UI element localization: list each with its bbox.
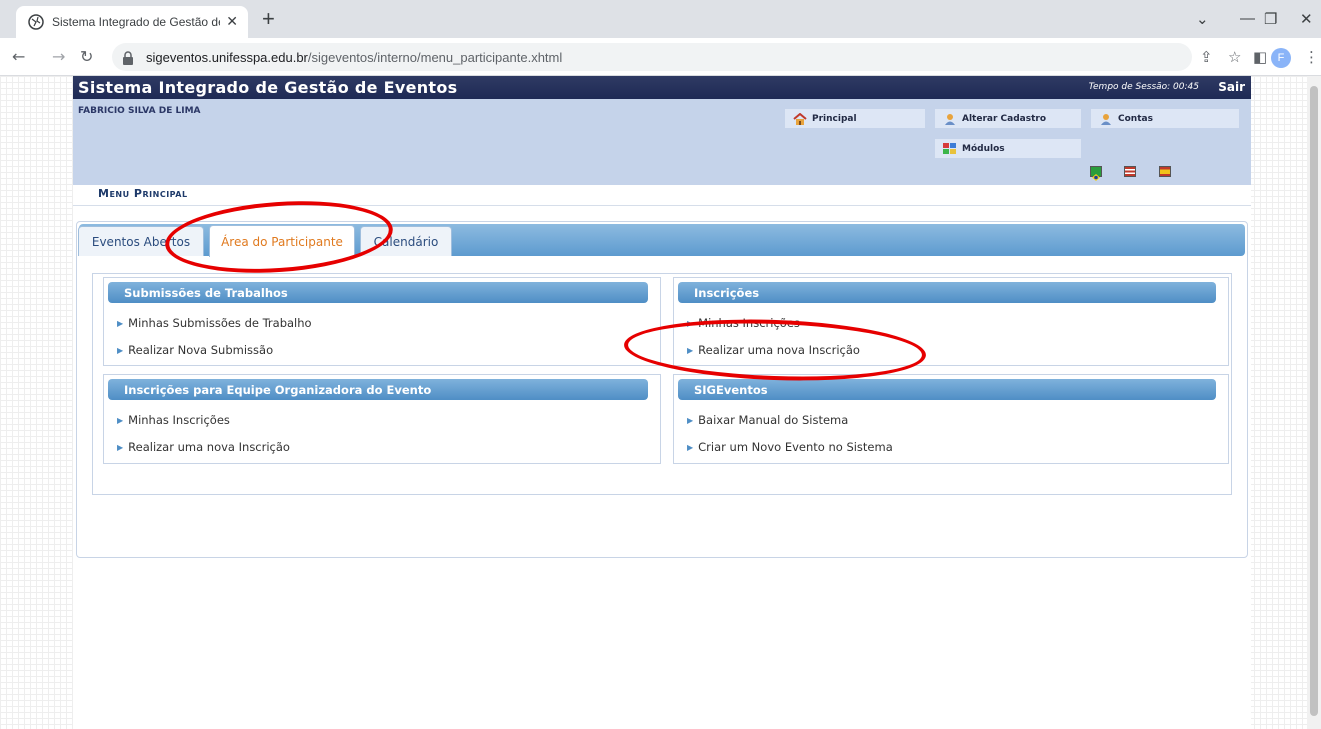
- browser-tab[interactable]: Sistema Integrado de Gestão de E ✕: [16, 6, 248, 38]
- sig-container: Sistema Integrado de Gestão de Eventos T…: [73, 76, 1251, 729]
- principal-button[interactable]: Principal: [785, 109, 925, 128]
- flag-brazil-icon[interactable]: [1090, 166, 1102, 181]
- address-bar: ← → ↻ sigeventos.unifesspa.edu.br/sigeve…: [0, 38, 1321, 76]
- session-timer: Tempo de Sessão: 00:45: [1088, 82, 1199, 92]
- arrow-right-icon: ▶: [687, 442, 694, 452]
- browser-tab-title: Sistema Integrado de Gestão de E: [52, 15, 220, 29]
- reload-icon[interactable]: ↻: [80, 48, 93, 66]
- share-icon[interactable]: ⇪: [1200, 49, 1213, 65]
- url-input[interactable]: sigeventos.unifesspa.edu.br/sigeventos/i…: [112, 43, 1192, 71]
- panel-title: Submissões de Trabalhos: [108, 282, 648, 303]
- scrollbar-thumb[interactable]: [1310, 86, 1318, 716]
- page-scrollbar[interactable]: [1307, 76, 1321, 729]
- user-icon: [1099, 113, 1113, 125]
- arrow-right-icon: ▶: [117, 442, 124, 452]
- alterar-cadastro-button[interactable]: Alterar Cadastro: [935, 109, 1081, 128]
- link-minhas-submissoes[interactable]: ▶ Minhas Submissões de Trabalho: [117, 316, 312, 330]
- url-text: sigeventos.unifesspa.edu.br/sigeventos/i…: [146, 49, 563, 65]
- user-name: FABRICIO SILVA DE LIMA: [78, 106, 201, 116]
- back-icon[interactable]: ←: [12, 48, 25, 66]
- contas-label: Contas: [1118, 113, 1153, 124]
- arrow-right-icon: ▶: [687, 415, 694, 425]
- user-icon: [943, 113, 957, 125]
- link-equipe-nova-inscricao[interactable]: ▶ Realizar uma nova Inscrição: [117, 440, 290, 454]
- link-equipe-minhas-inscricoes[interactable]: ▶ Minhas Inscrições: [117, 413, 230, 427]
- new-tab-button[interactable]: +: [262, 8, 275, 30]
- contas-button[interactable]: Contas: [1091, 109, 1239, 128]
- profile-avatar[interactable]: F: [1271, 48, 1291, 68]
- home-icon: [793, 112, 807, 125]
- modulos-button[interactable]: Módulos: [935, 139, 1081, 158]
- browser-tab-bar: Sistema Integrado de Gestão de E ✕ + ⌄ —…: [0, 0, 1321, 38]
- arrow-right-icon: ▶: [117, 415, 124, 425]
- window-close-icon[interactable]: ✕: [1300, 10, 1313, 28]
- globe-icon: [28, 14, 44, 30]
- modulos-label: Módulos: [962, 143, 1005, 154]
- user-panel: FABRICIO SILVA DE LIMA Principal Alterar…: [73, 99, 1251, 185]
- lock-icon: [122, 50, 134, 65]
- link-nova-submissao[interactable]: ▶ Realizar Nova Submissão: [117, 343, 273, 357]
- minimize-icon[interactable]: —: [1240, 10, 1255, 27]
- principal-label: Principal: [812, 113, 857, 124]
- flag-usa-icon[interactable]: [1124, 166, 1136, 177]
- alterar-cadastro-label: Alterar Cadastro: [962, 113, 1047, 124]
- panel-sigeventos: SIGEventos ▶ Baixar Manual do Sistema ▶ …: [673, 374, 1229, 464]
- panel-title: SIGEventos: [678, 379, 1216, 400]
- link-baixar-manual[interactable]: ▶ Baixar Manual do Sistema: [687, 413, 848, 427]
- system-header: Sistema Integrado de Gestão de Eventos T…: [73, 76, 1251, 99]
- arrow-right-icon: ▶: [117, 318, 124, 328]
- star-icon[interactable]: ☆: [1228, 49, 1241, 65]
- system-title: Sistema Integrado de Gestão de Eventos: [78, 78, 458, 97]
- close-icon[interactable]: ✕: [226, 14, 238, 30]
- panel-equipe-organizadora: Inscrições para Equipe Organizadora do E…: [103, 374, 661, 464]
- restore-icon[interactable]: ❐: [1264, 10, 1277, 28]
- panel-title: Inscrições: [678, 282, 1216, 303]
- forward-icon[interactable]: →: [52, 48, 65, 66]
- arrow-right-icon: ▶: [117, 345, 124, 355]
- chevron-down-icon[interactable]: ⌄: [1196, 10, 1209, 28]
- tab-content: Submissões de Trabalhos ▶ Minhas Submiss…: [92, 273, 1232, 495]
- kebab-menu-icon[interactable]: ⋮: [1304, 49, 1319, 65]
- panel-submissoes: Submissões de Trabalhos ▶ Minhas Submiss…: [103, 277, 661, 366]
- modules-icon: [943, 142, 957, 155]
- flag-spain-icon[interactable]: [1159, 166, 1171, 177]
- logout-link[interactable]: Sair: [1218, 80, 1245, 94]
- side-panel-icon[interactable]: ◧: [1253, 49, 1267, 65]
- link-criar-evento[interactable]: ▶ Criar um Novo Evento no Sistema: [687, 440, 893, 454]
- menu-principal-title: Menu Principal: [98, 187, 188, 200]
- panel-title: Inscrições para Equipe Organizadora do E…: [108, 379, 648, 400]
